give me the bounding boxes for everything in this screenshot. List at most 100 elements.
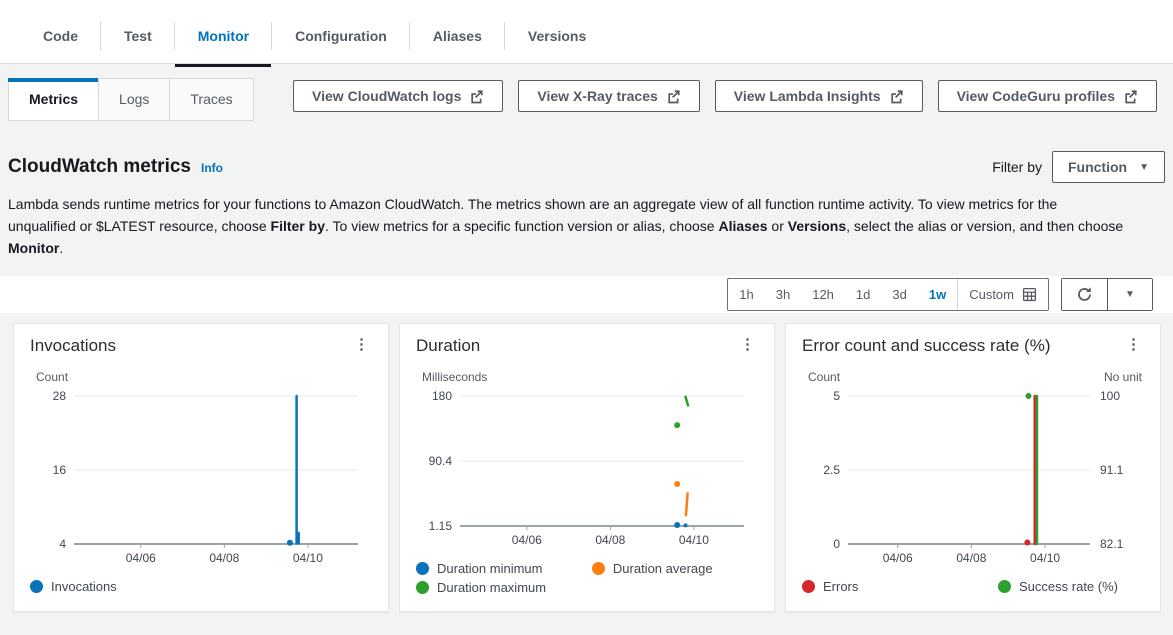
right-axis-unit: No unit [1104, 370, 1142, 384]
refresh-group: ▼ [1061, 278, 1153, 311]
svg-text:04/10: 04/10 [679, 533, 709, 547]
tab-code[interactable]: Code [20, 9, 101, 63]
description-segment: Filter by [271, 218, 325, 234]
legend-label: Duration average [613, 561, 713, 576]
time-range-options: 1h3h12h1d3d1w [728, 279, 957, 310]
kebab-menu-icon[interactable]: ⋮ [737, 336, 758, 354]
chevron-down-icon: ▼ [1125, 289, 1135, 300]
svg-text:82.1: 82.1 [1100, 537, 1124, 551]
legend-swatch [30, 580, 43, 593]
custom-range-button[interactable]: Custom [957, 279, 1048, 310]
svg-text:90.4: 90.4 [429, 454, 453, 468]
duration-chart-card: Duration ⋮ Milliseconds 18090.41.1504/06… [399, 323, 775, 612]
svg-text:28: 28 [53, 390, 67, 403]
legend-label: Invocations [51, 579, 117, 594]
filter-dropdown[interactable]: Function ▼ [1052, 151, 1165, 183]
chart-legend: Errors Success rate (%) [802, 579, 1144, 594]
svg-text:91.1: 91.1 [1100, 463, 1124, 477]
button-label: View CodeGuru profiles [957, 88, 1115, 104]
legend-swatch [592, 562, 605, 575]
legend-label: Errors [823, 579, 858, 594]
description-segment: . [59, 240, 63, 256]
external-link-icon [666, 89, 681, 104]
filter-by-label: Filter by [992, 159, 1042, 175]
time-range-1h[interactable]: 1h [728, 279, 764, 310]
metrics-charts: Invocations ⋮ Count 2816404/0604/0804/10… [0, 313, 1173, 612]
tab-monitor[interactable]: Monitor [175, 9, 272, 63]
refresh-icon [1076, 286, 1093, 303]
legend-label: Success rate (%) [1019, 579, 1118, 594]
time-range-12h[interactable]: 12h [801, 279, 845, 310]
svg-text:04/06: 04/06 [512, 533, 542, 547]
legend-label: Duration minimum [437, 561, 542, 576]
subtab-logs[interactable]: Logs [98, 78, 170, 121]
view-codeguru-profiles-button[interactable]: View CodeGuru profiles [938, 80, 1157, 112]
legend-item[interactable]: Duration maximum [416, 580, 570, 595]
chart-legend: Invocations [30, 579, 372, 594]
monitor-subtabs: Metrics Logs Traces [8, 78, 254, 121]
tab-test[interactable]: Test [101, 9, 175, 63]
button-label: View X-Ray traces [537, 88, 657, 104]
svg-text:5: 5 [833, 390, 840, 403]
refresh-options-button[interactable]: ▼ [1107, 279, 1152, 310]
svg-text:04/08: 04/08 [595, 533, 625, 547]
chevron-down-icon: ▼ [1139, 162, 1149, 173]
chart-title: Error count and success rate (%) [802, 336, 1050, 356]
legend-swatch [416, 581, 429, 594]
view-xray-traces-button[interactable]: View X-Ray traces [518, 80, 699, 112]
tab-configuration[interactable]: Configuration [272, 9, 410, 63]
subtab-traces[interactable]: Traces [169, 78, 253, 121]
description-text: Lambda sends runtime metrics for your fu… [0, 183, 1135, 259]
tabs: Code Test Monitor Configuration Aliases … [20, 9, 609, 63]
time-range-3d[interactable]: 3d [881, 279, 917, 310]
subtab-metrics[interactable]: Metrics [8, 78, 99, 121]
kebab-menu-icon[interactable]: ⋮ [351, 336, 372, 354]
left-axis-unit: Count [36, 370, 68, 384]
legend-swatch [802, 580, 815, 593]
left-axis-unit: Count [808, 370, 840, 384]
time-range-1w[interactable]: 1w [918, 279, 957, 310]
external-link-icon [889, 89, 904, 104]
time-range-1d[interactable]: 1d [845, 279, 881, 310]
chart-toolbar: 1h3h12h1d3d1w Custom ▼ [0, 276, 1173, 313]
chart-canvas: 18090.41.1504/0604/0804/10 [416, 390, 760, 552]
description-segment: . To view metrics for a specific functio… [325, 218, 718, 234]
external-link-icon [469, 89, 484, 104]
legend-item[interactable]: Success rate (%) [998, 579, 1118, 594]
chart-title: Duration [416, 336, 480, 356]
button-label: View CloudWatch logs [312, 88, 461, 104]
time-range-control: 1h3h12h1d3d1w Custom [727, 278, 1049, 311]
legend-item[interactable]: Duration average [592, 561, 746, 576]
svg-text:04/08: 04/08 [956, 551, 986, 565]
svg-text:04/10: 04/10 [1030, 551, 1060, 565]
error-success-chart-card: Error count and success rate (%) ⋮ Count… [785, 323, 1161, 612]
page-title: CloudWatch metrics [8, 156, 191, 178]
svg-text:04/08: 04/08 [209, 551, 239, 565]
legend-item[interactable]: Invocations [30, 579, 117, 594]
description-segment: or [768, 218, 788, 234]
external-tool-buttons: View CloudWatch logs View X-Ray traces V… [293, 78, 1165, 112]
svg-text:04/06: 04/06 [126, 551, 156, 565]
description-segment: Monitor [8, 240, 59, 256]
view-cloudwatch-logs-button[interactable]: View CloudWatch logs [293, 80, 503, 112]
refresh-button[interactable] [1062, 279, 1107, 310]
chart-title: Invocations [30, 336, 116, 356]
svg-text:100: 100 [1100, 390, 1120, 403]
legend-swatch [416, 562, 429, 575]
left-axis-unit: Milliseconds [422, 370, 487, 384]
view-lambda-insights-button[interactable]: View Lambda Insights [715, 80, 923, 112]
description-segment: Aliases [718, 218, 767, 234]
time-range-3h[interactable]: 3h [765, 279, 801, 310]
tab-versions[interactable]: Versions [505, 9, 609, 63]
legend-item[interactable]: Duration minimum [416, 561, 570, 576]
legend-item[interactable]: Errors [802, 579, 858, 594]
legend-swatch [998, 580, 1011, 593]
invocations-chart-card: Invocations ⋮ Count 2816404/0604/0804/10… [13, 323, 389, 612]
chart-canvas: 2816404/0604/0804/10 [30, 390, 374, 570]
kebab-menu-icon[interactable]: ⋮ [1123, 336, 1144, 354]
tab-aliases[interactable]: Aliases [410, 9, 505, 63]
info-link[interactable]: Info [201, 161, 223, 175]
svg-text:04/10: 04/10 [293, 551, 323, 565]
custom-label: Custom [969, 287, 1014, 302]
svg-text:2.5: 2.5 [823, 463, 840, 477]
